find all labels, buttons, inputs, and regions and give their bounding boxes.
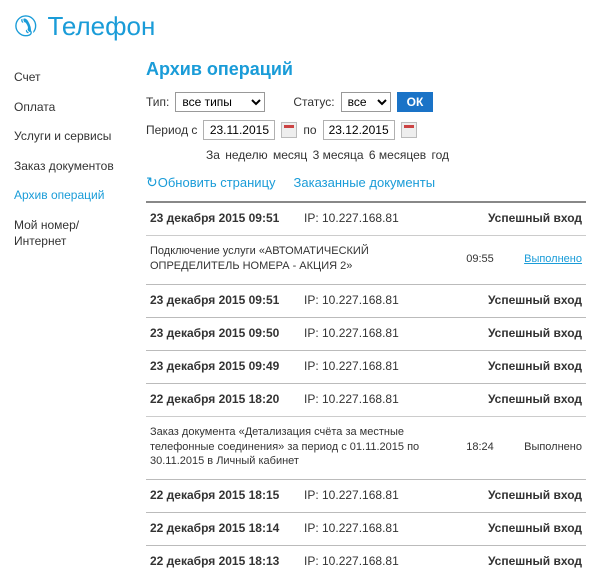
refresh-icon: ↻ <box>146 174 158 191</box>
log-row: 22 декабря 2015 18:13 IP: 10.227.168.81 Ус… <box>146 545 586 578</box>
quick-month[interactable]: месяц <box>273 148 307 162</box>
detail-row: Заказ документа «Детализация счёта за ме… <box>146 416 586 480</box>
log-status: Успешный вход <box>442 488 582 502</box>
sidebar-item-payment[interactable]: Оплата <box>14 93 126 123</box>
log-row: 22 декабря 2015 18:14 IP: 10.227.168.81 Ус… <box>146 512 586 545</box>
date-to-input[interactable] <box>323 120 395 140</box>
log-ip: IP: 10.227.168.81 <box>304 521 434 535</box>
log-ip: IP: 10.227.168.81 <box>304 293 434 307</box>
quick-week[interactable]: неделю <box>225 148 267 162</box>
log-date: 22 декабря 2015 18:15 <box>150 488 296 502</box>
log-ip: IP: 10.227.168.81 <box>304 326 434 340</box>
quick-year[interactable]: год <box>431 148 449 162</box>
detail-time: 09:55 <box>458 253 502 265</box>
actions-row: ↻Обновить страницу Заказанные документы <box>146 174 586 191</box>
quick-3m[interactable]: 3 месяца <box>313 148 364 162</box>
sidebar-item-order-docs[interactable]: Заказ документов <box>14 152 126 182</box>
section-title: Архив операций <box>146 59 586 80</box>
sidebar: Счет Оплата Услуги и сервисы Заказ докум… <box>14 59 126 578</box>
log-row: 23 декабря 2015 09:51 IP: 10.227.168.81 Ус… <box>146 201 586 235</box>
refresh-link[interactable]: Обновить страницу <box>158 175 276 190</box>
log-row: 23 декабря 2015 09:51 IP: 10.227.168.81 Ус… <box>146 284 586 317</box>
log-date: 23 декабря 2015 09:49 <box>150 359 296 373</box>
detail-status: Выполнено <box>510 441 582 453</box>
quick-range: За неделю месяц 3 месяца 6 месяцев год <box>206 148 586 162</box>
log-status: Успешный вход <box>442 211 582 225</box>
log-row: 22 декабря 2015 18:20 IP: 10.227.168.81 Ус… <box>146 383 586 416</box>
log-status: Успешный вход <box>442 326 582 340</box>
main-content: Архив операций Тип: все типы Статус: все… <box>126 59 586 578</box>
detail-time: 18:24 <box>458 441 502 453</box>
calendar-to-icon[interactable] <box>401 122 417 138</box>
status-label: Статус: <box>293 95 334 109</box>
quick-prefix: За <box>206 148 220 162</box>
to-label: по <box>303 123 316 137</box>
ok-button[interactable]: ОК <box>397 92 434 112</box>
log-date: 23 декабря 2015 09:51 <box>150 293 296 307</box>
page-header: ✆ Телефон <box>0 0 600 59</box>
page-title: Телефон <box>47 11 155 42</box>
type-select[interactable]: все типы <box>175 92 265 112</box>
log-row: 22 декабря 2015 18:15 IP: 10.227.168.81 Ус… <box>146 479 586 512</box>
phone-icon: ✆ <box>14 10 37 43</box>
log-status: Успешный вход <box>442 392 582 406</box>
quick-6m[interactable]: 6 месяцев <box>369 148 426 162</box>
filter-row-2: Период с по <box>146 120 586 140</box>
log-date: 23 декабря 2015 09:50 <box>150 326 296 340</box>
detail-row: Подключение услуги «АВТОМАТИЧЕСКИЙ ОПРЕД… <box>146 235 586 284</box>
type-label: Тип: <box>146 95 169 109</box>
log-date: 22 декабря 2015 18:20 <box>150 392 296 406</box>
log-ip: IP: 10.227.168.81 <box>304 211 434 225</box>
log-ip: IP: 10.227.168.81 <box>304 359 434 373</box>
period-label: Период с <box>146 123 197 137</box>
log-status: Успешный вход <box>442 359 582 373</box>
log-ip: IP: 10.227.168.81 <box>304 392 434 406</box>
filter-row-1: Тип: все типы Статус: все ОК <box>146 92 586 112</box>
log-row: 23 декабря 2015 09:49 IP: 10.227.168.81 Ус… <box>146 350 586 383</box>
log-date: 22 декабря 2015 18:13 <box>150 554 296 568</box>
log-status: Успешный вход <box>442 521 582 535</box>
sidebar-item-archive[interactable]: Архив операций <box>14 181 126 211</box>
log-status: Успешный вход <box>442 293 582 307</box>
sidebar-item-my-number[interactable]: Мой номер/Интернет <box>14 211 126 256</box>
log-date: 23 декабря 2015 09:51 <box>150 211 296 225</box>
log-date: 22 декабря 2015 18:14 <box>150 521 296 535</box>
log-status: Успешный вход <box>442 554 582 568</box>
log-row: 23 декабря 2015 09:50 IP: 10.227.168.81 Ус… <box>146 317 586 350</box>
sidebar-item-services[interactable]: Услуги и сервисы <box>14 122 126 152</box>
detail-status[interactable]: Выполнено <box>510 253 582 265</box>
log-list: 23 декабря 2015 09:51 IP: 10.227.168.81 Ус… <box>146 201 586 578</box>
calendar-from-icon[interactable] <box>281 122 297 138</box>
date-from-input[interactable] <box>203 120 275 140</box>
ordered-docs-link[interactable]: Заказанные документы <box>294 175 436 190</box>
detail-text: Подключение услуги «АВТОМАТИЧЕСКИЙ ОПРЕД… <box>150 244 450 274</box>
log-ip: IP: 10.227.168.81 <box>304 554 434 568</box>
detail-text: Заказ документа «Детализация счёта за ме… <box>150 425 450 470</box>
log-ip: IP: 10.227.168.81 <box>304 488 434 502</box>
status-select[interactable]: все <box>341 92 391 112</box>
sidebar-item-account[interactable]: Счет <box>14 63 126 93</box>
